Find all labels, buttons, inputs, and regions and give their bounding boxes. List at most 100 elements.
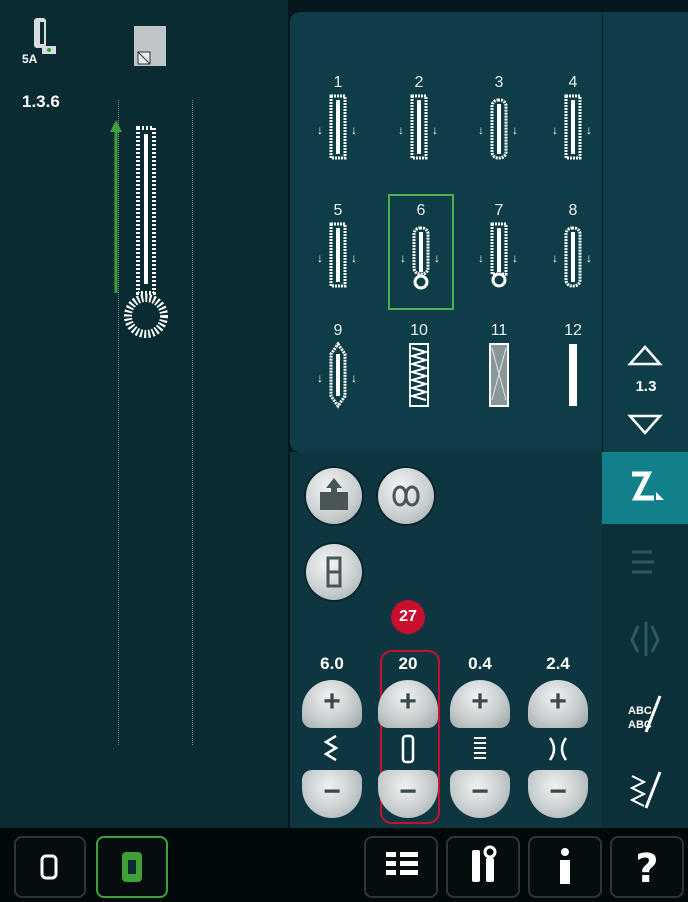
pattern-3[interactable]: 3 ↓ ↓ [468,74,530,189]
positioning-decrease-button[interactable]: − [528,770,588,818]
buttonhole-stitch-icon: ↓ ↓ [317,222,357,288]
stitch-number: 1.3.6 [22,92,60,111]
help-button[interactable]: ? [610,836,684,898]
svg-text:↓: ↓ [512,123,518,137]
load-from-folder-button[interactable] [306,468,362,524]
buttonhole-sensor-button[interactable] [306,544,362,600]
svg-text:?: ? [635,846,658,892]
scroll-up-button[interactable] [627,344,663,368]
pattern-12[interactable]: 12 [542,322,604,437]
tab-stitch-program[interactable] [602,528,688,600]
pattern-11[interactable]: 11 [468,322,530,437]
keyhole-buttonhole-icon: ↓ ↓ [400,226,440,290]
tools-icon [472,845,497,882]
tab-buttonhole-edit[interactable]: ABC ABC [602,682,688,754]
svg-text:↓: ↓ [552,251,558,265]
triangle-up-icon [627,345,663,366]
pattern-1[interactable]: 1 ↓ ↓ [307,74,369,189]
svg-text:↓: ↓ [586,123,592,137]
folder-load-icon [320,478,348,510]
pattern-number: 5 [333,202,343,219]
settings-tabs: ABC ABC [602,452,688,828]
info-icon [560,848,570,884]
pattern-number: 3 [494,74,504,91]
width-value: 6.0 [320,654,344,673]
buttonhole-preview [110,120,168,338]
pattern-2[interactable]: 2 ↓ ↓ [388,74,450,189]
sewing-mode-icon [40,854,58,880]
width-decrease-button[interactable]: − [302,770,362,818]
buttonhole-stitch-icon: ↓ ↓ [317,94,357,160]
sensor-foot-icon [326,556,342,588]
svg-text:↓: ↓ [400,251,406,265]
sewing-preview-area: 5A 1.3.6 [0,0,288,828]
svg-text:↓: ↓ [478,251,484,265]
pattern-number: 12 [564,322,582,339]
buttonhole-stitch-icon: ↓ ↓ [398,94,438,160]
stitch-settings-panel: 27 6.0 + − 20 + − 0.4 + − 2.4 + − [290,452,602,828]
pattern-10[interactable]: 10 [388,322,450,437]
stabilizer-icon [134,26,166,66]
options-button[interactable] [378,468,434,524]
callout-badge: 27 [391,600,425,634]
tab-mirror[interactable] [602,604,688,676]
pattern-number: 7 [494,202,504,219]
density-increase-button[interactable]: + [450,680,510,728]
buttonhole-stitch-icon: ↓ ↓ [478,98,518,160]
density-decrease-button[interactable]: − [450,770,510,818]
sewing-mode-button[interactable] [14,836,86,898]
menu-button[interactable] [364,836,438,898]
pattern-5[interactable]: 5 ↓ ↓ [307,202,369,317]
info-button[interactable] [528,836,602,898]
svg-text:↓: ↓ [317,371,323,385]
svg-text:↓: ↓ [351,251,357,265]
menu-list-icon [386,852,418,875]
buttonhole-length-icon [400,734,416,764]
svg-text:↓: ↓ [552,123,558,137]
keyhole-buttonhole-icon: ↓ ↓ [478,222,518,288]
buttonhole-stitch-icon: ↓ ↓ [552,94,592,160]
pattern-8[interactable]: 8 ↓ ↓ [542,202,604,317]
embroidery-mode-icon [122,852,142,882]
svg-text:↓: ↓ [317,251,323,265]
pattern-number: 11 [490,322,508,339]
bottom-toolbar: ? [0,828,688,902]
pattern-number: 10 [410,322,428,339]
svg-text:↓: ↓ [351,123,357,137]
stitch-settings-icon [631,471,664,501]
stitch-program-icon [632,550,654,574]
menu-page-number: 1.3 [635,378,657,395]
tab-stitch-edit[interactable] [602,756,688,828]
svg-text:↓: ↓ [398,123,404,137]
positioning-increase-button[interactable]: + [528,680,588,728]
presser-foot-label: 5A [22,52,38,66]
pattern-number: 1 [333,74,343,91]
pattern-number: 6 [416,202,426,219]
stitch-positioning-icon [546,734,570,764]
menu-scroll-controls: 1.3 [602,12,688,452]
pattern-number: 2 [414,74,424,91]
svg-text:↓: ↓ [351,371,357,385]
settings-button[interactable] [446,836,520,898]
pattern-number: 4 [568,74,578,91]
pattern-selection-panel: 1 ↓ ↓ 2 ↓ ↓ 3 ↓ ↓ 4 ↓ ↓ 5 ↓ ↓ 6 ↓ ↓ 7 ↓ ↓ 8 ↓ ↓ 9 ↓ ↓ 10 1… [290,12,602,452]
stretch-buttonhole-icon [408,343,430,407]
pattern-4[interactable]: 4 ↓ ↓ [542,74,604,189]
tab-stitch-settings[interactable] [602,452,688,524]
pattern-7[interactable]: 7 ↓ ↓ [468,202,530,317]
svg-text:ABC: ABC [628,705,652,717]
mirror-icon [630,622,660,656]
pattern-6[interactable]: 6 ↓ ↓ [388,194,454,310]
scroll-down-button[interactable] [627,412,663,436]
abc-edit-icon: ABCABC [628,695,662,733]
width-increase-button[interactable]: + [302,680,362,728]
embroidery-mode-button[interactable] [96,836,168,898]
stitch-width-icon [322,734,342,764]
pattern-number: 9 [333,322,343,339]
pattern-9[interactable]: 9 ↓ ↓ [307,322,369,437]
svg-text:↓: ↓ [512,251,518,265]
buttonhole-stitch-icon: ↓ ↓ [317,341,357,409]
length-value: 20 [398,654,418,673]
svg-text:↓: ↓ [434,251,440,265]
density-value: 0.4 [468,654,492,673]
